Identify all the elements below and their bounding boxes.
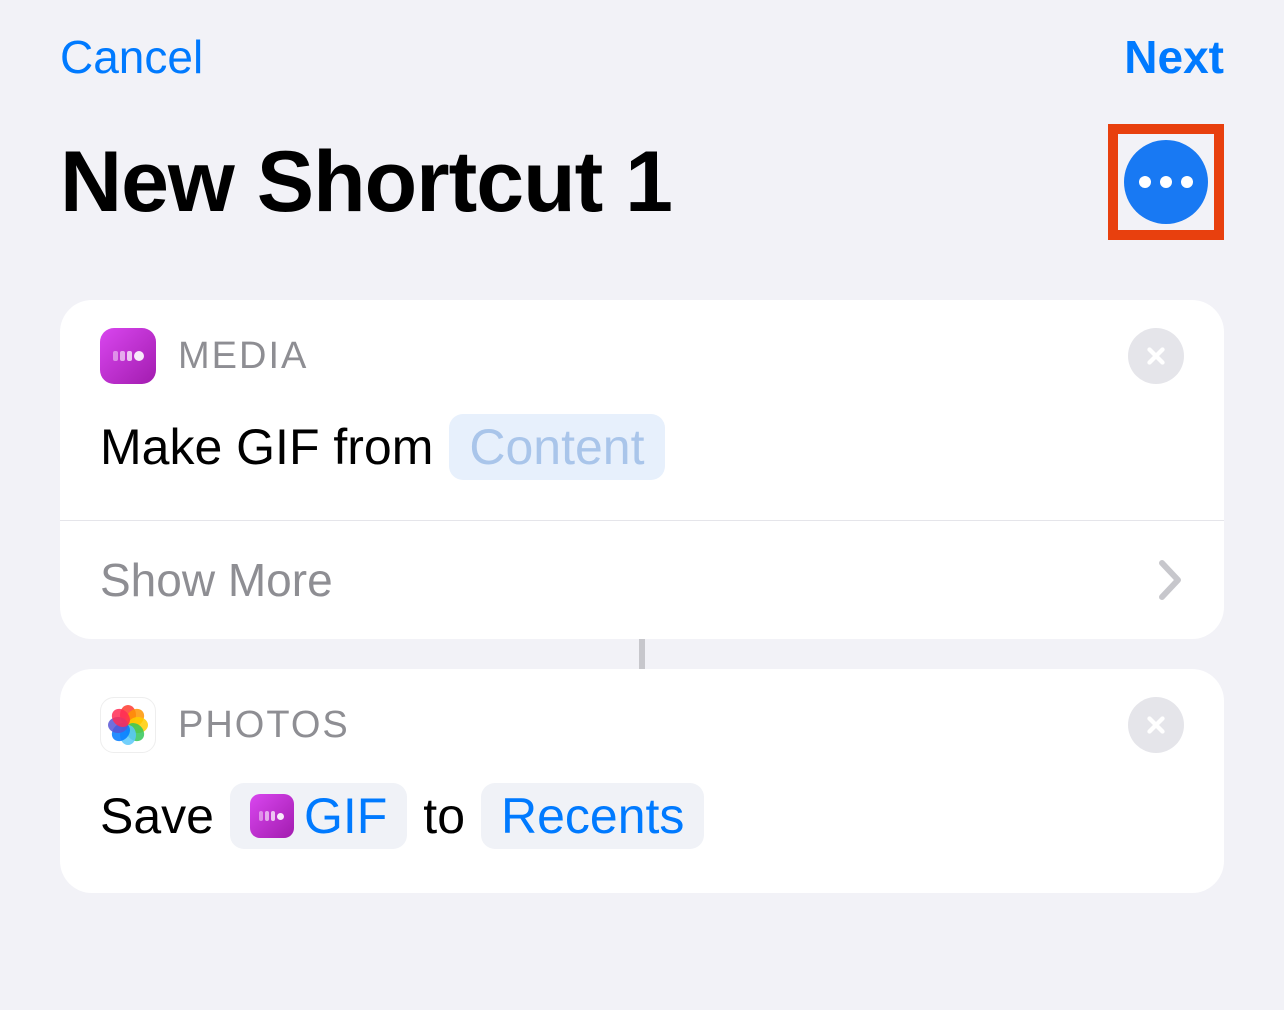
content-placeholder-token[interactable]: Content [449,414,664,480]
show-more-row[interactable]: Show More [60,521,1224,639]
action-card-media[interactable]: MEDIA Make GIF from Content Show More [60,300,1224,639]
remove-action-button[interactable] [1128,328,1184,384]
gif-variable-token[interactable]: GIF [230,783,407,849]
media-mini-icon [250,794,294,838]
cancel-button[interactable]: Cancel [60,30,203,84]
media-app-icon [100,328,156,384]
action-description: Save GIF to Recents [60,753,1224,893]
action-prefix: Save [100,787,214,845]
page-title: New Shortcut 1 [60,133,672,232]
action-prefix: Make GIF from [100,418,433,476]
chevron-right-icon [1158,559,1184,601]
more-options-button[interactable] [1124,140,1208,224]
action-middle: to [423,787,465,845]
recents-album-token[interactable]: Recents [481,783,704,849]
app-label: MEDIA [178,335,308,378]
close-icon [1143,343,1169,369]
card-header: MEDIA [60,300,1224,384]
app-label: PHOTOS [178,704,350,747]
title-row: New Shortcut 1 [0,104,1284,300]
action-connector [639,639,645,669]
show-more-label: Show More [100,553,333,607]
action-description: Make GIF from Content [60,384,1224,520]
photos-app-icon [100,697,156,753]
remove-action-button[interactable] [1128,697,1184,753]
card-header: PHOTOS [60,669,1224,753]
close-icon [1143,712,1169,738]
more-button-highlight [1108,124,1224,240]
action-card-photos[interactable]: PHOTOS Save GIF to Recents [60,669,1224,893]
ellipsis-icon [1139,176,1151,188]
navigation-bar: Cancel Next [0,0,1284,104]
next-button[interactable]: Next [1124,30,1224,84]
